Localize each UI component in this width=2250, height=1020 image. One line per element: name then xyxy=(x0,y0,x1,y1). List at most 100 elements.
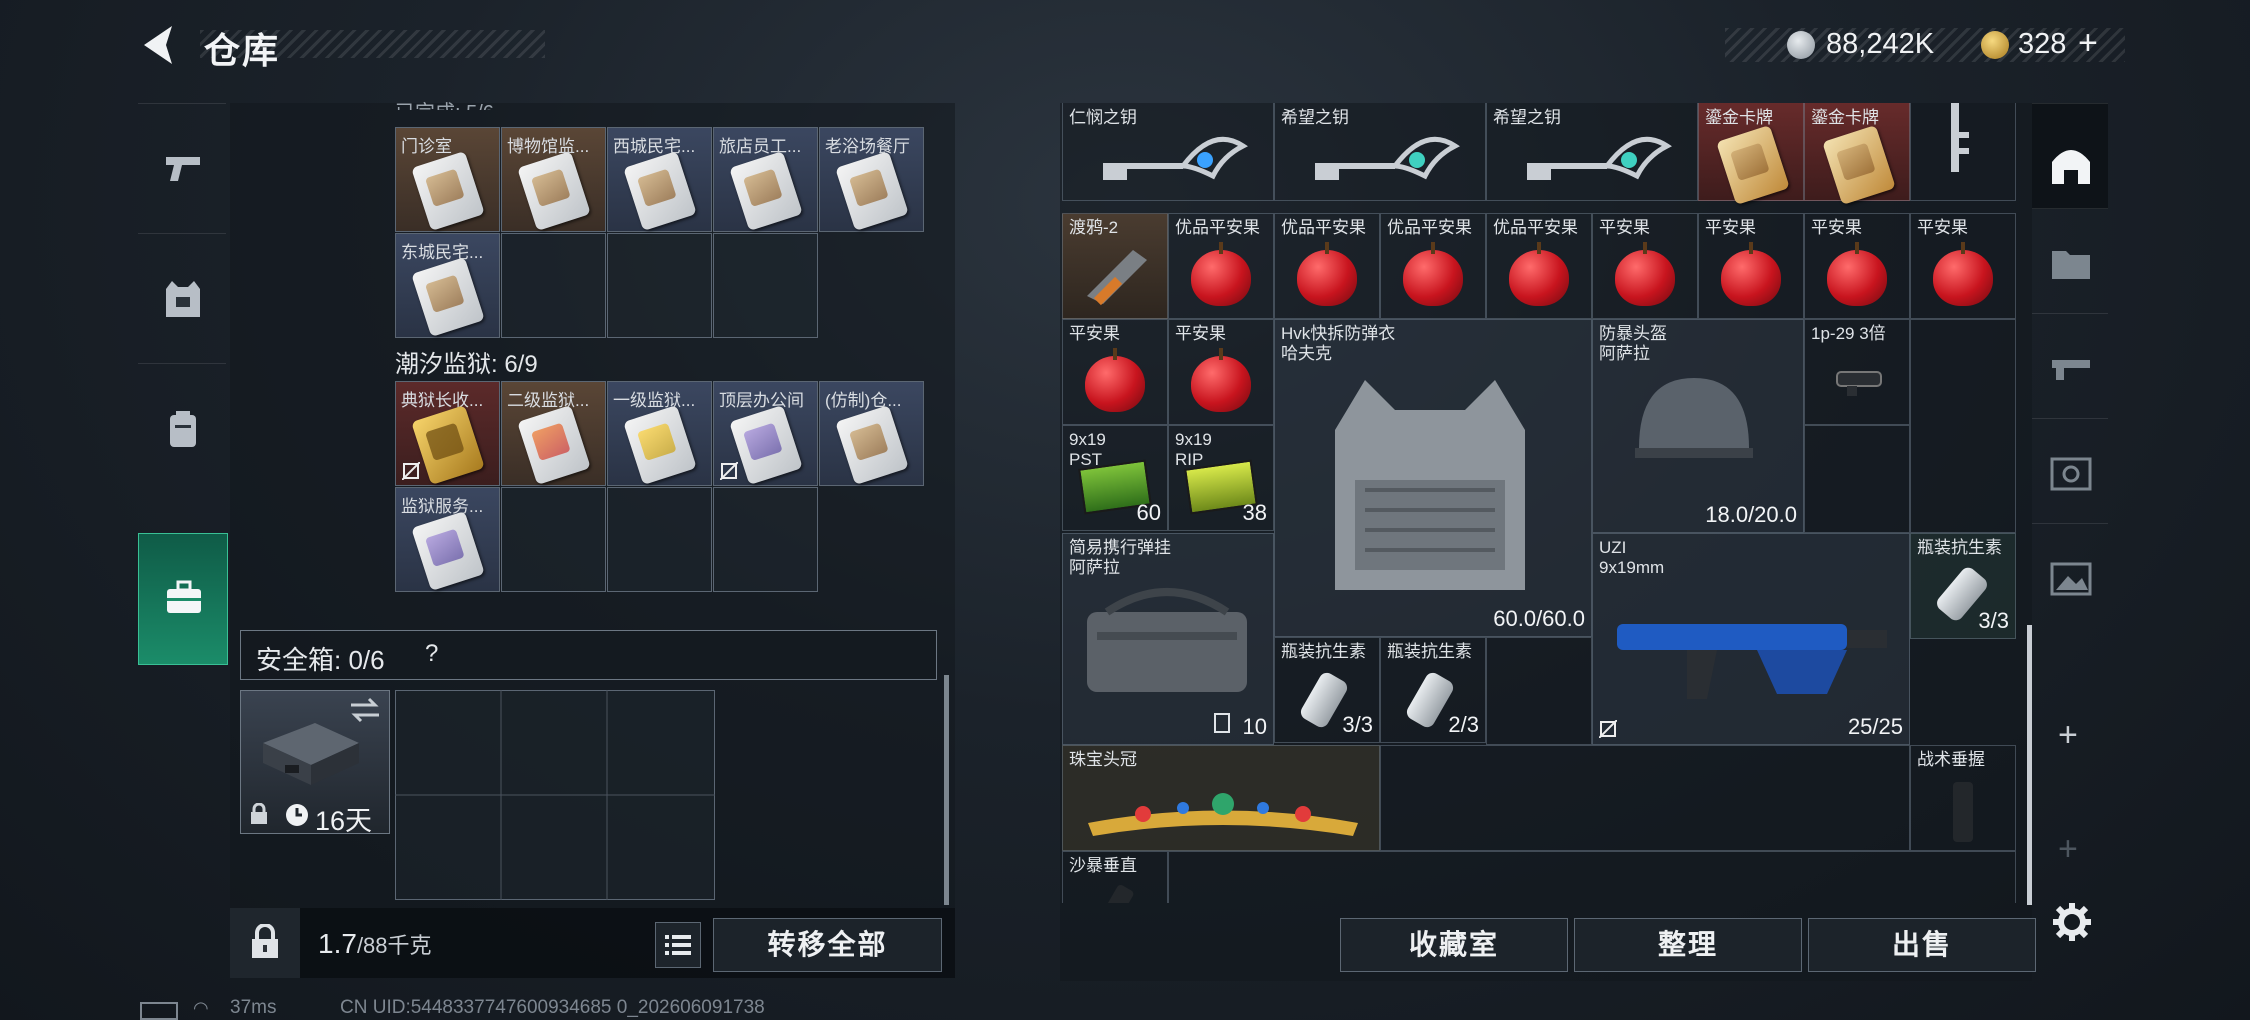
key-card-icon xyxy=(411,510,485,592)
empty-slot[interactable] xyxy=(501,233,606,338)
chest-rig-item[interactable]: 简易携行弹挂 阿萨拉 10 xyxy=(1062,533,1274,745)
apple-item[interactable]: 平安果 xyxy=(1168,319,1274,425)
key-item[interactable]: 仁悯之钥 xyxy=(1062,103,1274,201)
gallery-icon xyxy=(2050,562,2092,596)
settings-gear-icon[interactable] xyxy=(2052,902,2092,942)
tab-storage-5[interactable] xyxy=(2032,523,2108,629)
empty-slot[interactable] xyxy=(607,233,712,338)
medicine-item[interactable]: 瓶装抗生素 3/3 xyxy=(1274,637,1380,743)
key-card-slot[interactable]: 东城民宅... xyxy=(395,233,500,338)
empty-slot[interactable] xyxy=(1168,851,2016,903)
empty-slot[interactable] xyxy=(1380,745,1910,851)
empty-slot[interactable] xyxy=(1804,425,1910,533)
empty-slot[interactable] xyxy=(713,487,818,592)
back-arrow-icon[interactable] xyxy=(138,22,178,68)
sidebar-item-backpack[interactable] xyxy=(138,363,226,494)
tab-storage-2[interactable] xyxy=(2032,208,2108,314)
safe-help-icon[interactable]: ? xyxy=(425,640,438,668)
gold-coin-icon xyxy=(1981,31,2009,59)
key-item[interactable]: 希望之钥 xyxy=(1274,103,1486,201)
raven-key-item[interactable]: 渡鸦-2 xyxy=(1062,213,1168,319)
body-armor-item[interactable]: Hvk快拆防弹衣 哈夫克 60.0/60.0 xyxy=(1274,319,1592,637)
apple-item[interactable]: 优品平安果 xyxy=(1486,213,1592,319)
apple-item[interactable]: 平安果 xyxy=(1062,319,1168,425)
empty-slot[interactable] xyxy=(713,233,818,338)
section-partial-title: 已完成: 5/6 xyxy=(395,96,494,110)
transfer-all-button[interactable]: 转移全部 xyxy=(713,918,942,972)
key-card-slot[interactable]: 博物馆监... xyxy=(501,127,606,232)
apple-item[interactable]: 平安果 xyxy=(1910,213,2016,319)
key-card-slot[interactable]: 监狱服务... xyxy=(395,487,500,592)
collection-room-button[interactable]: 收藏室 xyxy=(1340,918,1568,972)
safe-case-icon xyxy=(263,723,359,785)
foregrip-item[interactable]: 战术垂握 xyxy=(1910,745,2016,851)
no-trade-icon xyxy=(720,462,738,480)
tab-storage-3[interactable] xyxy=(2032,313,2108,419)
ammo-item[interactable]: 9x19 RIP 38 xyxy=(1168,425,1274,531)
left-scrollbar[interactable] xyxy=(944,675,949,905)
ammo-item[interactable]: 9x19 PST 60 xyxy=(1062,425,1168,531)
apple-item[interactable]: 优品平安果 xyxy=(1380,213,1486,319)
gilded-card-item[interactable]: 鎏金卡牌 xyxy=(1804,103,1910,206)
smg-item[interactable]: UZI 9x19mm 25/25 xyxy=(1592,533,1910,745)
key-card-slot[interactable]: 二级监狱... xyxy=(501,381,606,486)
apple-item[interactable]: 平安果 xyxy=(1804,213,1910,319)
key-card-slot[interactable]: 老浴场餐厅 xyxy=(819,127,924,232)
tab-storage-4[interactable] xyxy=(2032,418,2108,524)
key-item[interactable] xyxy=(1910,103,2016,201)
key-card-icon xyxy=(835,150,909,232)
gilded-card-item[interactable]: 鎏金卡牌 xyxy=(1698,103,1804,206)
apple-icon xyxy=(1297,242,1357,306)
section-title-prison: 潮汐监狱: 6/9 xyxy=(395,351,538,378)
key-icon xyxy=(1103,136,1248,180)
swap-icon[interactable] xyxy=(349,697,381,723)
lock-icon xyxy=(251,803,267,824)
lock-button[interactable] xyxy=(230,908,300,978)
apple-item[interactable]: 优品平安果 xyxy=(1168,213,1274,319)
sidebar-item-armor[interactable] xyxy=(138,233,226,364)
no-trade-icon xyxy=(1599,720,1617,738)
add-currency-button[interactable]: + xyxy=(2078,24,2098,63)
weight-readout: 1.7/88千克 xyxy=(318,928,432,960)
raven-key-icon xyxy=(1087,250,1147,306)
sell-button[interactable]: 出售 xyxy=(1808,918,2036,972)
safe-box-grid[interactable] xyxy=(395,690,715,900)
storage-arch-icon xyxy=(2052,150,2090,184)
safe-box-title: 安全箱: 0/6 xyxy=(256,645,385,675)
scope-item[interactable]: 1p-29 3倍 xyxy=(1804,319,1910,425)
key-card-icon xyxy=(729,150,803,232)
list-view-button[interactable] xyxy=(655,922,701,968)
weight-unit: /88千克 xyxy=(356,933,432,958)
medicine-item[interactable]: 瓶装抗生素 2/3 xyxy=(1380,637,1486,743)
empty-slot[interactable] xyxy=(607,487,712,592)
key-card-slot[interactable]: 西城民宅... xyxy=(607,127,712,232)
key-card-slot[interactable]: (仿制)仓... xyxy=(819,381,924,486)
sidebar-item-storage[interactable] xyxy=(138,533,228,665)
medicine-item[interactable]: 瓶装抗生素 3/3 xyxy=(1910,533,2016,639)
key-item[interactable]: 希望之钥 xyxy=(1486,103,1698,201)
empty-slot[interactable] xyxy=(1910,319,2016,533)
add-tab-button[interactable]: + xyxy=(2058,716,2078,755)
apple-item[interactable]: 平安果 xyxy=(1698,213,1804,319)
apple-item[interactable]: 优品平安果 xyxy=(1274,213,1380,319)
apple-item[interactable]: 平安果 xyxy=(1592,213,1698,319)
key-card-slot[interactable]: 一级监狱... xyxy=(607,381,712,486)
sidebar-item-weapons[interactable] xyxy=(138,103,226,234)
key-card-slot[interactable]: 顶层办公间 xyxy=(713,381,818,486)
no-trade-icon xyxy=(402,462,420,480)
tab-storage-main[interactable] xyxy=(2032,103,2108,209)
key-card-slot[interactable]: 旅店员工... xyxy=(713,127,818,232)
key-icon xyxy=(1315,136,1460,180)
sort-button[interactable]: 整理 xyxy=(1574,918,1802,972)
key-card-icon xyxy=(411,256,485,338)
pistol-icon xyxy=(166,157,200,181)
empty-slot[interactable] xyxy=(501,487,606,592)
empty-slot[interactable] xyxy=(1486,637,1592,745)
inventory-grid: 仁悯之钥 希望之钥 希望之钥 鎏金卡牌 鎏金卡牌 渡鸦-2 优品平安果 优品平安… xyxy=(1062,103,2022,903)
key-card-slot[interactable]: 典狱长收... xyxy=(395,381,500,486)
crown-item[interactable]: 珠宝头冠 xyxy=(1062,745,1380,851)
safe-box-item[interactable]: 16天 xyxy=(240,690,390,836)
helmet-item[interactable]: 防暴头盔 阿萨拉 18.0/20.0 xyxy=(1592,319,1804,533)
key-card-slot[interactable]: 门诊室 xyxy=(395,127,500,232)
foregrip-item[interactable]: 沙暴垂直 xyxy=(1062,851,1168,903)
